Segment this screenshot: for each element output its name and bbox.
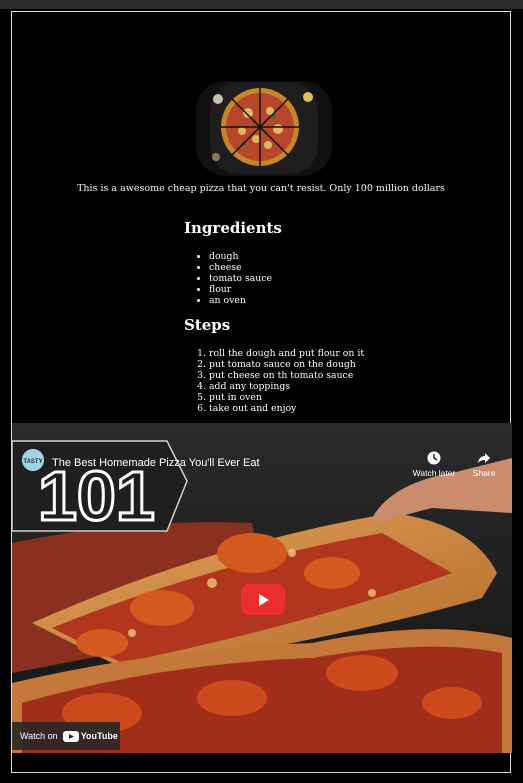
watch-on-youtube-button[interactable]: Watch on YouTube	[12, 722, 120, 750]
watch-later-label: Watch later	[412, 468, 456, 478]
youtube-logo: YouTube	[62, 730, 118, 742]
list-item: add any toppings	[209, 381, 364, 392]
browser-top-bar	[0, 0, 523, 9]
list-item: put in oven	[209, 392, 364, 403]
list-item: dough	[209, 251, 282, 262]
list-item: put tomato sauce on the dough	[209, 359, 364, 370]
list-item: roll the dough and put flour on it	[209, 348, 364, 359]
share-icon	[478, 453, 490, 463]
svg-text:TASTY: TASTY	[23, 459, 42, 465]
clock-icon	[427, 451, 441, 465]
video-title[interactable]: The Best Homemade Pizza You'll Ever Eat	[52, 457, 260, 469]
list-item: take out and enjoy	[209, 403, 364, 414]
list-item: tomato sauce	[209, 273, 282, 284]
steps-list: roll the dough and put flour on it put t…	[184, 348, 364, 414]
list-item: an oven	[209, 295, 282, 306]
youtube-embed[interactable]: 101 TASTY The Best Homemade Pizza You'll…	[12, 423, 512, 753]
steps-heading: Steps	[184, 316, 231, 334]
recipe-content: This is a awesome cheap pizza that you c…	[12, 12, 510, 422]
pizza-image	[196, 81, 332, 176]
youtube-wordmark: YouTube	[80, 731, 118, 741]
channel-avatar[interactable]: TASTY	[22, 449, 44, 471]
list-item: cheese	[209, 262, 282, 273]
youtube-play-icon	[62, 730, 79, 742]
list-item: put cheese on th tomato sauce	[209, 370, 364, 381]
play-button[interactable]	[241, 584, 285, 615]
ingredients-section: Ingredients dough cheese tomato sauce fl…	[184, 219, 282, 306]
pizza-caption: This is a awesome cheap pizza that you c…	[77, 183, 445, 194]
list-item: flour	[209, 284, 282, 295]
watch-later-button[interactable]: Watch later	[410, 451, 458, 478]
tasty-logo-icon: TASTY	[22, 449, 44, 471]
watch-on-label: Watch on	[20, 731, 58, 741]
share-label: Share	[472, 468, 496, 478]
share-button[interactable]: Share	[460, 451, 508, 478]
play-icon	[259, 593, 269, 606]
ingredients-list: dough cheese tomato sauce flour an oven	[184, 251, 282, 306]
steps-section: Steps roll the dough and put flour on it…	[184, 316, 364, 414]
ingredients-heading: Ingredients	[184, 219, 282, 237]
